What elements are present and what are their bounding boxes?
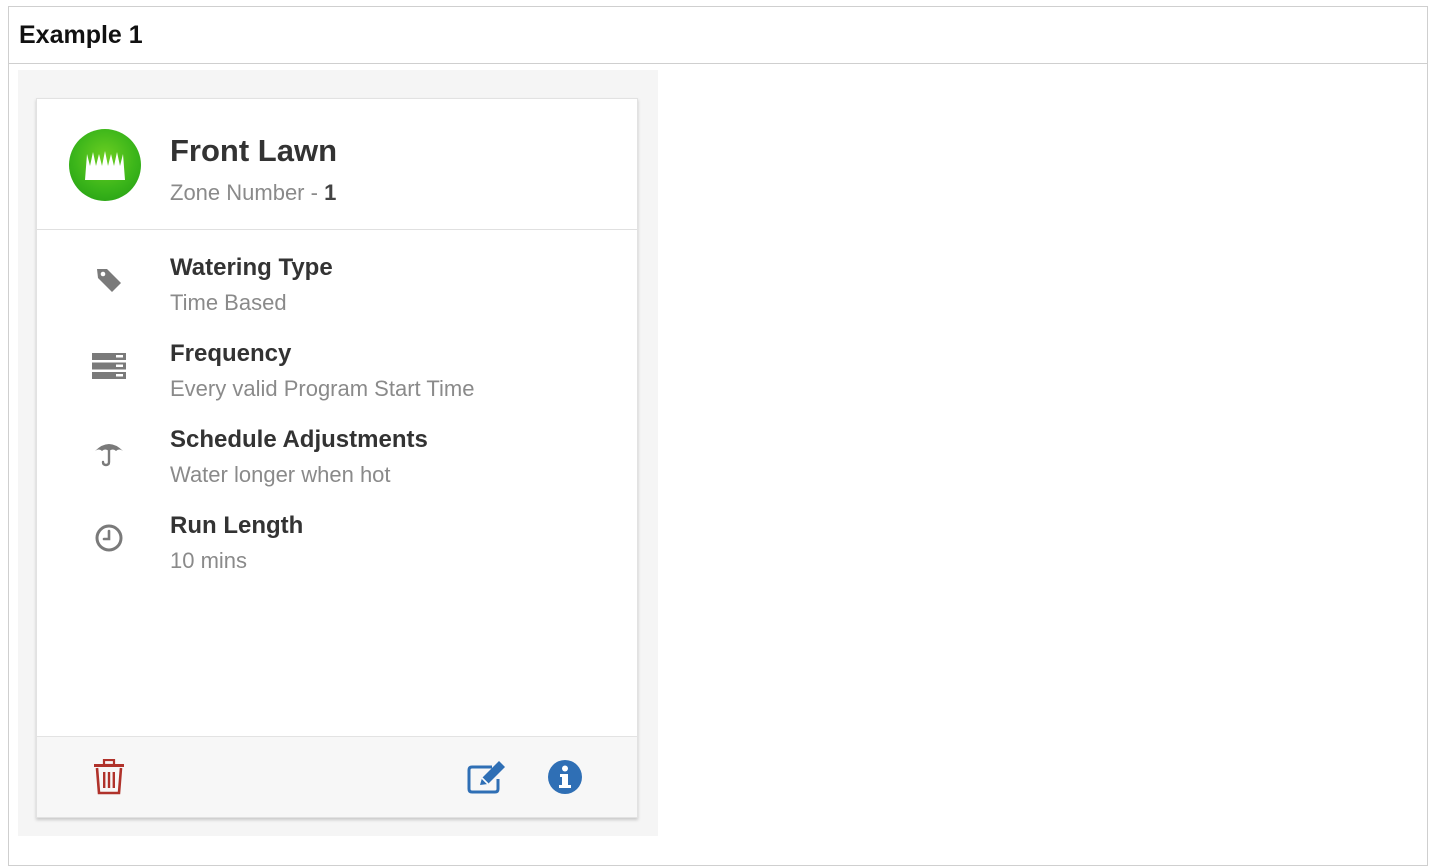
info-button[interactable] [543, 757, 587, 801]
detail-label: Schedule Adjustments [170, 426, 428, 453]
zone-name: Front Lawn [170, 133, 338, 168]
detail-label: Frequency [170, 340, 292, 367]
clock-icon [89, 518, 129, 558]
detail-run-length: Run Length 10 mins [37, 512, 637, 582]
zone-card: Front Lawn Zone Number - 1 Watering Type… [36, 98, 638, 818]
detail-value: Time Based [170, 290, 287, 315]
trash-icon [92, 758, 126, 800]
info-icon [547, 759, 583, 800]
edit-button[interactable] [465, 757, 509, 801]
edit-icon [466, 759, 508, 800]
zone-number-label: Zone Number - [170, 180, 325, 205]
umbrella-icon [89, 432, 129, 472]
detail-value: Water longer when hot [170, 462, 391, 487]
example-title: Example 1 [19, 20, 143, 49]
detail-label: Run Length [170, 512, 304, 539]
zone-card-footer [37, 736, 637, 817]
server-stack-icon [89, 346, 129, 386]
grass-icon [69, 129, 141, 201]
zone-number-line: Zone Number - 1 [170, 180, 336, 206]
zone-card-header: Front Lawn Zone Number - 1 [37, 99, 637, 230]
delete-button[interactable] [87, 757, 131, 801]
detail-value: Every valid Program Start Time [170, 376, 475, 401]
detail-label: Watering Type [170, 254, 333, 281]
tag-icon [89, 260, 129, 300]
example-header: Example 1 [9, 7, 1427, 64]
detail-value: 10 mins [170, 548, 248, 573]
detail-schedule-adjustments: Schedule Adjustments Water longer when h… [37, 426, 637, 496]
zone-number: 1 [324, 180, 337, 205]
detail-watering-type: Watering Type Time Based [37, 254, 637, 324]
detail-frequency: Frequency Every valid Program Start Time [37, 340, 637, 410]
